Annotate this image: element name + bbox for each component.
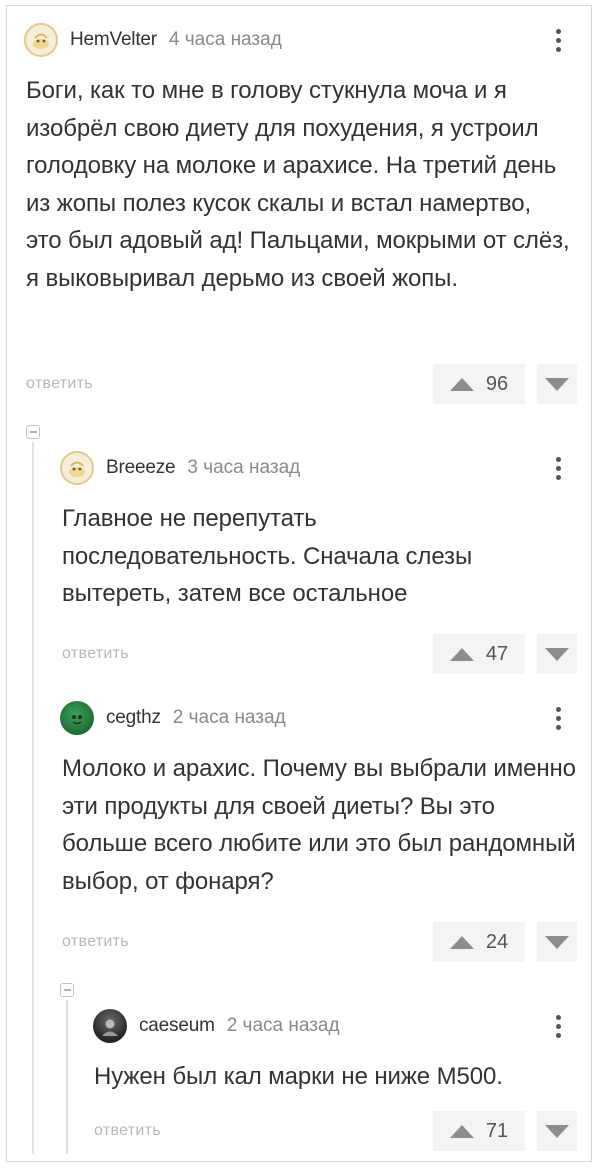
upvote-button[interactable]: 71 — [433, 1111, 525, 1151]
timestamp[interactable]: 2 часа назад — [173, 707, 286, 729]
avatar[interactable] — [60, 451, 94, 485]
username[interactable]: cegthz — [106, 707, 161, 729]
avatar[interactable] — [60, 701, 94, 735]
collapse-thread-icon[interactable] — [26, 425, 40, 439]
downvote-button[interactable] — [537, 634, 577, 674]
more-options-icon[interactable] — [548, 450, 568, 486]
downvote-icon — [545, 1124, 569, 1138]
timestamp[interactable]: 2 часа назад — [227, 1015, 340, 1037]
more-options-icon[interactable] — [548, 700, 568, 736]
vote-count: 47 — [485, 642, 509, 665]
downvote-button[interactable] — [537, 364, 577, 404]
timestamp[interactable]: 3 часа назад — [187, 457, 300, 479]
default-avatar-icon — [69, 461, 85, 477]
upvote-icon — [449, 935, 474, 949]
comment-text: Боги, как то мне в голову стукнула моча … — [26, 77, 570, 292]
downvote-button[interactable] — [537, 922, 577, 962]
downvote-icon — [545, 377, 569, 391]
green-avatar-icon — [72, 715, 82, 725]
avatar[interactable] — [24, 23, 58, 57]
comment-text: Главное не перепутать последовательность… — [62, 505, 473, 607]
downvote-button[interactable] — [537, 1111, 577, 1151]
more-options-icon[interactable] — [548, 22, 568, 58]
thread-line — [32, 442, 34, 1154]
comment-header: caeseum 2 часа назад — [93, 1008, 340, 1044]
dark-avatar-icon — [102, 1019, 118, 1036]
comment-text: Нужен был кал марки не ниже М500. — [94, 1063, 503, 1090]
reply-button[interactable]: ответить — [62, 645, 129, 663]
username[interactable]: HemVelter — [70, 29, 157, 51]
downvote-icon — [545, 935, 569, 949]
vote-count: 96 — [485, 372, 509, 395]
upvote-button[interactable]: 24 — [433, 922, 525, 962]
comment-text: Молоко и арахис. Почему вы выбрали именн… — [62, 755, 576, 895]
upvote-icon — [449, 647, 474, 661]
vote-count: 71 — [485, 1119, 509, 1142]
username[interactable]: caeseum — [139, 1015, 215, 1037]
timestamp[interactable]: 4 часа назад — [169, 29, 282, 51]
upvote-icon — [449, 377, 474, 391]
upvote-icon — [449, 1124, 474, 1138]
comment-header: Breeeze 3 часа назад — [60, 450, 300, 486]
more-options-icon[interactable] — [548, 1008, 568, 1044]
reply-button[interactable]: ответить — [62, 933, 129, 951]
comment-header: cegthz 2 часа назад — [60, 700, 286, 736]
avatar[interactable] — [93, 1009, 127, 1043]
reply-button[interactable]: ответить — [94, 1122, 161, 1140]
default-avatar-icon — [33, 33, 49, 49]
upvote-button[interactable]: 96 — [433, 364, 525, 404]
vote-count: 24 — [485, 930, 509, 953]
reply-button[interactable]: ответить — [26, 375, 93, 393]
username[interactable]: Breeeze — [106, 457, 176, 479]
downvote-icon — [545, 647, 569, 661]
upvote-button[interactable]: 47 — [433, 634, 525, 674]
comment-header: HemVelter 4 часа назад — [24, 22, 282, 58]
collapse-thread-icon[interactable] — [60, 983, 74, 997]
thread-line — [66, 1000, 68, 1154]
